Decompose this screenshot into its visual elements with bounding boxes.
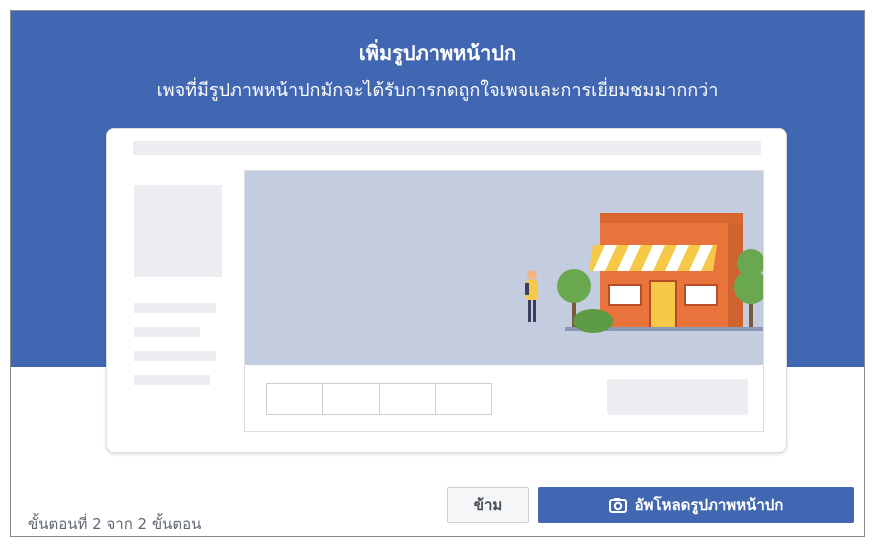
step-indicator: ขั้นตอนที่ 2 จาก 2 ขั้นตอน xyxy=(28,515,202,533)
mockup-profile-placeholder xyxy=(134,185,222,277)
person-illustration xyxy=(525,270,538,322)
mockup-cover-area xyxy=(245,171,763,365)
mockup-topbar xyxy=(133,141,761,155)
store-illustration xyxy=(525,213,763,333)
mockup-sidebar-line xyxy=(134,351,216,361)
mockup-sidebar-line xyxy=(134,327,200,337)
skip-button[interactable]: ข้าม xyxy=(447,487,529,523)
dialog-subtitle: เพจที่มีรูปภาพหน้าปกมักจะได้รับการกดถูกใ… xyxy=(156,80,719,101)
upload-button-label: อัพโหลดรูปภาพหน้าปก xyxy=(634,496,784,514)
upload-cover-photo-button[interactable]: อัพโหลดรูปภาพหน้าปก xyxy=(538,487,854,523)
add-cover-photo-dialog: เพิ่มรูปภาพหน้าปก เพจที่มีรูปภาพหน้าปกมั… xyxy=(10,10,865,537)
camera-icon xyxy=(608,497,627,513)
mockup-sidebar-line xyxy=(134,303,216,313)
dialog-title: เพิ่มรูปภาพหน้าปก xyxy=(358,41,517,65)
dialog-footer: ขั้นตอนที่ 2 จาก 2 ขั้นตอน ข้าม อัพโหลดร… xyxy=(11,367,864,536)
